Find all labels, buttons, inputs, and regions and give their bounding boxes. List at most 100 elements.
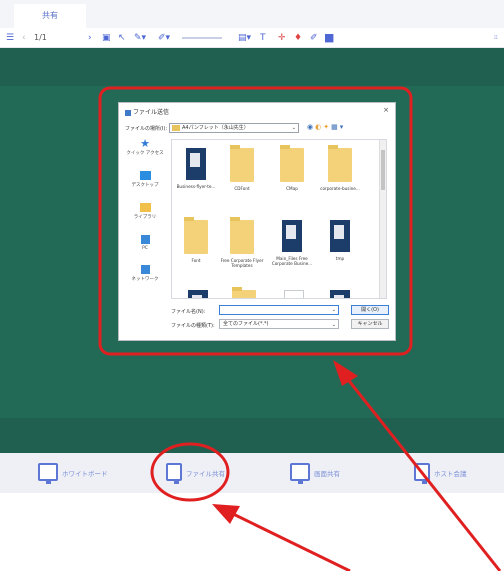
page-indicator: 1/1 [34, 33, 47, 42]
whiteboard-label: ホワイトボード [62, 470, 108, 478]
file-item[interactable]: tmp [318, 220, 362, 261]
network-icon [140, 265, 150, 274]
clear-icon[interactable]: ✐ [310, 31, 318, 45]
color-icon[interactable]: ■ [324, 31, 334, 45]
place-label: デスクトップ [131, 183, 159, 188]
file-item[interactable]: Free Corporate Flyer Templates [220, 217, 264, 268]
file-name: Main_Files Free Corporate Busine... [271, 256, 313, 266]
file-item[interactable] [176, 290, 220, 298]
file-item[interactable]: corporate-busine... [318, 145, 362, 191]
file-item[interactable] [272, 290, 316, 298]
document-icon [282, 220, 302, 252]
star-icon: ★ [140, 137, 150, 150]
file-send-dialog: ファイル送信 × ファイルの場所(I): A4パンフレット（永山先生） ⌄ ◉◐… [118, 102, 396, 341]
lookin-select[interactable]: A4パンフレット（永山先生） ⌄ [169, 123, 299, 133]
filetype-label: ファイルの種類(T): [171, 323, 215, 329]
prev-page-icon[interactable]: ‹ [22, 31, 26, 45]
folder-icon [184, 217, 208, 254]
place-label: ライブラリ [133, 215, 157, 220]
whiteboard-icon [38, 463, 58, 484]
file-name: CMap [286, 186, 298, 191]
file-item[interactable]: Font [174, 217, 218, 263]
chevron-down-icon: ⌄ [291, 125, 296, 131]
file-item[interactable] [222, 287, 266, 298]
highlighter-icon[interactable]: ✐▾ [158, 31, 170, 45]
laser-icon[interactable]: ✛ [278, 31, 286, 45]
open-button[interactable]: 開く(O) [351, 305, 389, 315]
document-icon [188, 290, 208, 298]
file-name: CDFont [234, 186, 250, 191]
folder-icon [328, 145, 352, 182]
places-bar: ★ クイック アクセス デスクトップ ライブラリ PC ネットワーク [125, 137, 165, 299]
folder-icon [232, 287, 256, 298]
place-pc[interactable]: PC [125, 235, 165, 251]
place-library[interactable]: ライブラリ [125, 203, 165, 220]
toolbar: ☰ ‹ 1/1 › ▣ ↖ ✎▾ ✐▾ ▤▾ T ✛ ♦ ✐ ■ ⁝⁝ [0, 28, 504, 48]
lookin-label: ファイルの場所(I): [125, 126, 168, 132]
file-item[interactable]: Business-flyer-te... [174, 148, 218, 189]
file-share-icon [166, 463, 182, 484]
close-icon[interactable]: × [383, 106, 389, 114]
dialog-title: ファイル送信 [125, 107, 169, 116]
tab-strip: 共有 [0, 0, 504, 28]
dialog-app-icon [125, 109, 131, 116]
dialog-title-text: ファイル送信 [133, 109, 170, 116]
file-name: Free Corporate Flyer Templates [220, 258, 264, 268]
host-meeting-label: ホスト会議 [434, 470, 467, 478]
pointer-icon[interactable]: ↖ [118, 31, 126, 45]
place-network[interactable]: ネットワーク [125, 265, 165, 282]
text-icon[interactable]: T [260, 31, 266, 45]
file-item[interactable]: Main_Files Free Corporate Busine... [270, 220, 314, 266]
document-icon [186, 148, 206, 180]
file-list-scrollbar[interactable] [379, 140, 386, 298]
file-share-label: ファイル共有 [186, 470, 225, 478]
document-icon [330, 290, 350, 298]
pc-icon [140, 235, 150, 244]
save-icon[interactable]: ▣ [102, 31, 111, 45]
new-folder-icon[interactable]: ✦ [323, 123, 331, 131]
scroll-thumb[interactable] [381, 150, 385, 190]
dialog-nav-icons: ◉◐✦▦▾ [307, 123, 345, 131]
file-name: Business-flyer-te... [176, 184, 216, 189]
folder-icon [172, 125, 180, 131]
document-icon [330, 220, 350, 252]
back-icon[interactable]: ◉ [307, 123, 315, 131]
layout-icon[interactable]: ▤▾ [238, 31, 251, 45]
view-menu-icon[interactable]: ▦▾ [331, 123, 345, 131]
folder-icon [230, 145, 254, 182]
bottom-toolbar: ホワイトボード ファイル共有 画面共有 ホスト会議 [0, 453, 504, 493]
place-desktop[interactable]: デスクトップ [125, 171, 165, 188]
eraser-icon[interactable]: ♦ [294, 31, 302, 45]
arrow-to-file-share [224, 508, 351, 571]
lookin-value: A4パンフレット（永山先生） [182, 125, 249, 131]
next-page-icon[interactable]: › [88, 31, 92, 45]
folder-icon [280, 145, 304, 182]
arrow-head [212, 504, 240, 524]
filetype-value: 全てのファイル(*.*) [223, 321, 269, 327]
up-folder-icon[interactable]: ◐ [315, 123, 323, 131]
folder-icon [230, 217, 254, 254]
desktop-icon [139, 171, 151, 180]
stroke-width-slider[interactable] [182, 37, 222, 39]
library-icon [139, 203, 151, 212]
chevron-down-icon[interactable]: ⌄ [332, 307, 336, 313]
file-name: Font [191, 258, 201, 263]
filename-input[interactable]: ⌄ [219, 305, 339, 315]
tab-share[interactable]: 共有 [14, 4, 86, 28]
cancel-button[interactable]: キャンセル [351, 319, 389, 329]
pen-icon[interactable]: ✎▾ [134, 31, 146, 45]
file-item[interactable] [318, 290, 362, 298]
file-item[interactable]: CMap [270, 145, 314, 191]
filename-label: ファイル名(N): [171, 309, 206, 315]
more-icon[interactable]: ⁝⁝ [494, 31, 498, 45]
chevron-down-icon: ⌄ [331, 322, 336, 328]
list-icon[interactable]: ☰ [6, 31, 14, 45]
place-quick-access[interactable]: ★ クイック アクセス [125, 137, 165, 156]
place-label: クイック アクセス [126, 151, 164, 156]
filetype-select[interactable]: 全てのファイル(*.*) ⌄ [219, 319, 339, 329]
file-list: Business-flyer-te... CDFont CMap corpora… [171, 139, 387, 299]
place-label: ネットワーク [131, 277, 159, 282]
file-item[interactable]: CDFont [220, 145, 264, 191]
file-name: tmp [335, 256, 345, 261]
screen-share-icon [290, 463, 310, 484]
